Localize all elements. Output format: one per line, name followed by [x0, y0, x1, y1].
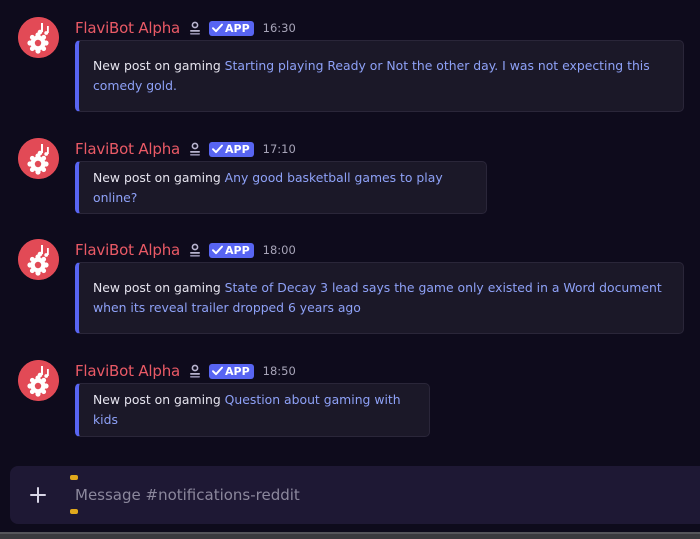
app-badge: APP [209, 20, 254, 36]
app-badge-label: APP [225, 243, 250, 257]
message-header: FlaviBot Alpha APP 18:00 [75, 239, 296, 261]
app-badge-label: APP [225, 364, 250, 378]
embed-prefix: New post on gaming [93, 280, 225, 295]
embed-prefix: New post on gaming [93, 58, 225, 73]
embed: New post on gaming Any good basketball g… [75, 161, 487, 214]
chat-view: FlaviBot Alpha APP 16:30 New post on gam… [0, 0, 700, 539]
add-attachment-button[interactable] [24, 481, 52, 509]
cursor-marker [70, 509, 78, 514]
message-input[interactable] [75, 482, 675, 508]
timestamp[interactable]: 18:50 [263, 364, 296, 378]
check-icon [212, 144, 223, 154]
role-badge-icon[interactable] [188, 363, 202, 379]
embed-prefix: New post on gaming [93, 169, 225, 185]
embed-text: New post on gaming Any good basketball g… [93, 168, 472, 208]
bot-avatar-icon[interactable] [18, 360, 59, 401]
embed-text: New post on gaming Starting playing Read… [93, 56, 669, 96]
cursor-marker [70, 475, 78, 480]
app-badge-label: APP [225, 142, 250, 156]
message-composer [10, 466, 700, 524]
app-badge: APP [209, 242, 254, 258]
divider [0, 532, 700, 534]
embed: New post on gaming State of Decay 3 lead… [75, 262, 684, 334]
username[interactable]: FlaviBot Alpha [75, 241, 180, 259]
app-badge-label: APP [225, 21, 250, 35]
check-icon [212, 366, 223, 376]
plus-icon [29, 486, 47, 504]
embed-text: New post on gaming Question about gaming… [93, 390, 415, 430]
window-bottom-edge [0, 532, 700, 539]
timestamp[interactable]: 18:00 [263, 243, 296, 257]
message-header: FlaviBot Alpha APP 17:10 [75, 138, 296, 160]
check-icon [212, 23, 223, 33]
embed: New post on gaming Question about gaming… [75, 383, 430, 437]
embed-text: New post on gaming State of Decay 3 lead… [93, 278, 669, 318]
timestamp[interactable]: 16:30 [263, 21, 296, 35]
check-icon [212, 245, 223, 255]
role-badge-icon[interactable] [188, 141, 202, 157]
message-header: FlaviBot Alpha APP 18:50 [75, 360, 296, 382]
bot-avatar-icon[interactable] [18, 138, 59, 179]
embed-prefix: New post on gaming [93, 392, 225, 407]
role-badge-icon[interactable] [188, 242, 202, 258]
username[interactable]: FlaviBot Alpha [75, 19, 180, 37]
app-badge: APP [209, 363, 254, 379]
role-badge-icon[interactable] [188, 20, 202, 36]
embed: New post on gaming Starting playing Read… [75, 40, 684, 112]
username[interactable]: FlaviBot Alpha [75, 362, 180, 380]
message-header: FlaviBot Alpha APP 16:30 [75, 17, 296, 39]
username[interactable]: FlaviBot Alpha [75, 140, 180, 158]
bot-avatar-icon[interactable] [18, 239, 59, 280]
timestamp[interactable]: 17:10 [263, 142, 296, 156]
bot-avatar-icon[interactable] [18, 17, 59, 58]
app-badge: APP [209, 141, 254, 157]
